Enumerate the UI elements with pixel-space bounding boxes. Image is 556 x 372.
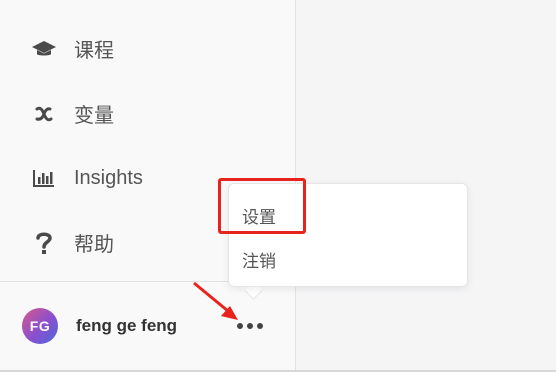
sidebar-item-label: 帮助 xyxy=(74,234,114,256)
graduation-cap-icon xyxy=(30,35,58,63)
dot-icon xyxy=(257,323,263,329)
menu-item-logout[interactable]: 注销 xyxy=(242,247,276,272)
sidebar-item-insights[interactable]: Insights xyxy=(30,164,143,192)
user-name: feng ge feng xyxy=(76,316,178,335)
sidebar-item-variables[interactable]: 变量 xyxy=(30,99,114,128)
avatar[interactable]: FG xyxy=(22,308,58,344)
highlight-annotation-box xyxy=(218,178,306,234)
question-mark-icon xyxy=(30,229,58,257)
user-profile[interactable]: FG feng ge feng xyxy=(22,308,177,344)
sidebar-item-label: Insights xyxy=(74,166,143,189)
sidebar-item-label: 变量 xyxy=(74,105,114,127)
bar-chart-icon xyxy=(30,164,58,192)
sidebar-item-courses[interactable]: 课程 xyxy=(30,34,114,63)
sidebar-item-label: 课程 xyxy=(74,40,114,62)
variable-x-icon xyxy=(30,100,58,128)
sidebar-item-help[interactable]: 帮助 xyxy=(30,228,114,257)
annotation-arrow-icon xyxy=(193,281,238,320)
